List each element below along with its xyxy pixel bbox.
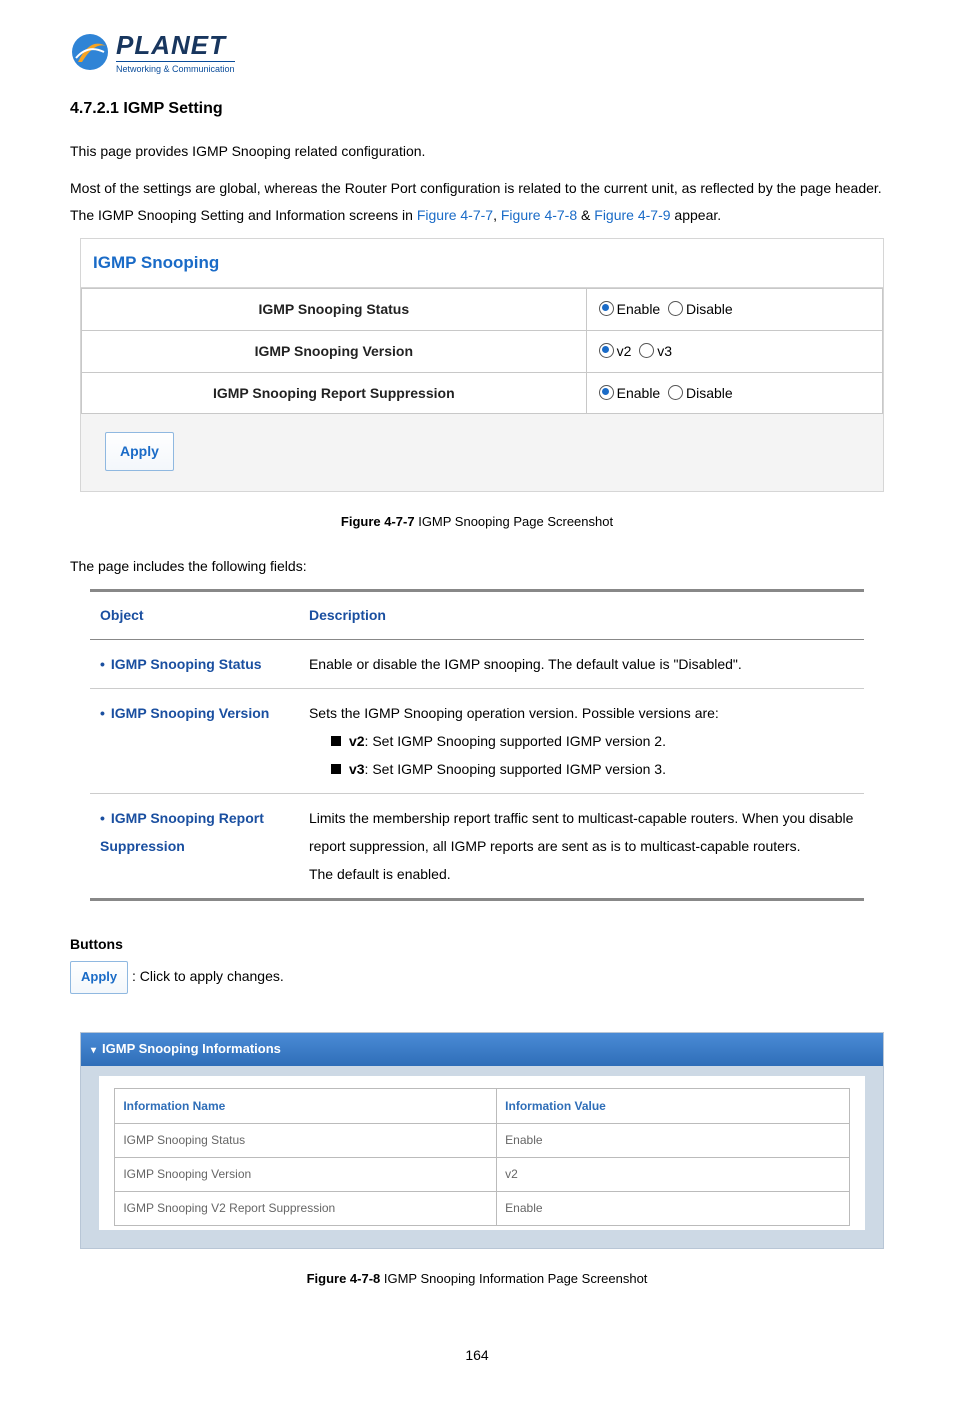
radio-selected-icon[interactable] — [599, 343, 614, 358]
planet-globe-icon — [70, 32, 110, 72]
description-cell: Sets the IGMP Snooping operation version… — [299, 688, 864, 793]
desc-line: v2: Set IGMP Snooping supported IGMP ver… — [309, 727, 854, 755]
caption-number: Figure 4-7-8 — [307, 1271, 381, 1286]
fields-intro: The page includes the following fields: — [70, 553, 884, 580]
table-row: IGMP Snooping Version v2 v3 — [82, 331, 883, 373]
desc-line: Sets the IGMP Snooping operation version… — [309, 699, 854, 727]
radio-label[interactable]: v3 — [657, 343, 672, 359]
brand-logo: PLANET Networking & Communication — [70, 30, 884, 74]
setting-label: IGMP Snooping Version — [82, 331, 587, 373]
buttons-heading: Buttons — [70, 931, 884, 958]
brand-name: PLANET — [116, 30, 235, 61]
radio-unselected-icon[interactable] — [668, 385, 683, 400]
radio-unselected-icon[interactable] — [639, 343, 654, 358]
page-number: 164 — [70, 1342, 884, 1369]
table-row: •IGMP Snooping Status Enable or disable … — [90, 639, 864, 688]
radio-label[interactable]: Enable — [617, 385, 661, 401]
intro-paragraph-1: This page provides IGMP Snooping related… — [70, 138, 884, 165]
figure-caption-478: Figure 4-7-8 IGMP Snooping Information P… — [70, 1267, 884, 1292]
table-header-object: Object — [90, 591, 299, 640]
setting-value: Enable Disable — [586, 289, 882, 331]
table-row: IGMP Snooping Report Suppression Enable … — [82, 372, 883, 414]
button-description: : Click to apply changes. — [132, 968, 284, 984]
table-row: IGMP Snooping V2 Report Suppression Enab… — [115, 1192, 849, 1226]
brand-tagline: Networking & Communication — [116, 61, 235, 74]
description-table: Object Description •IGMP Snooping Status… — [90, 589, 864, 901]
table-header-description: Description — [299, 591, 864, 640]
table-row: •IGMP Snooping Report Suppression Limits… — [90, 793, 864, 899]
info-header-value: Information Value — [497, 1088, 850, 1124]
desc-line: Enable or disable the IGMP snooping. The… — [309, 656, 742, 672]
table-row: IGMP Snooping Version v2 — [115, 1158, 849, 1192]
info-name-cell: IGMP Snooping V2 Report Suppression — [115, 1192, 497, 1226]
info-name-cell: IGMP Snooping Status — [115, 1124, 497, 1158]
square-bullet-icon — [331, 764, 341, 774]
table-row: IGMP Snooping Status Enable — [115, 1124, 849, 1158]
radio-unselected-icon[interactable] — [668, 301, 683, 316]
info-value-cell: v2 — [497, 1158, 850, 1192]
buttons-row: Apply : Click to apply changes. — [70, 961, 884, 994]
option-text: : Set IGMP Snooping supported IGMP versi… — [365, 761, 666, 777]
info-value-cell: Enable — [497, 1124, 850, 1158]
radio-selected-icon[interactable] — [599, 385, 614, 400]
object-name: IGMP Snooping Version — [111, 705, 269, 721]
igmp-settings-table: IGMP Snooping Status Enable Disable IGMP… — [81, 288, 883, 414]
object-name: IGMP Snooping Report Suppression — [100, 810, 264, 854]
figure-link-477[interactable]: Figure 4-7-7 — [417, 207, 493, 223]
setting-label: IGMP Snooping Status — [82, 289, 587, 331]
desc-line: The default is enabled. — [309, 860, 854, 888]
info-value-cell: Enable — [497, 1192, 850, 1226]
info-bar-title: IGMP Snooping Informations — [102, 1041, 281, 1056]
apply-button-small[interactable]: Apply — [70, 961, 128, 994]
info-bar[interactable]: ▾ IGMP Snooping Informations — [81, 1033, 883, 1066]
chevron-down-icon: ▾ — [91, 1045, 96, 1056]
table-row: •IGMP Snooping Version Sets the IGMP Sno… — [90, 688, 864, 793]
info-name-cell: IGMP Snooping Version — [115, 1158, 497, 1192]
radio-label[interactable]: Disable — [686, 301, 733, 317]
radio-selected-icon[interactable] — [599, 301, 614, 316]
figure-caption-477: Figure 4-7-7 IGMP Snooping Page Screensh… — [70, 510, 884, 535]
setting-label: IGMP Snooping Report Suppression — [82, 372, 587, 414]
separator: & — [577, 207, 594, 223]
intro-paragraph-2: Most of the settings are global, whereas… — [70, 175, 884, 228]
panel-title: IGMP Snooping — [81, 239, 883, 288]
radio-label[interactable]: v2 — [617, 343, 632, 359]
option-bold: v3 — [349, 761, 365, 777]
object-cell: •IGMP Snooping Version — [90, 688, 299, 793]
description-cell: Enable or disable the IGMP snooping. The… — [299, 639, 864, 688]
radio-label[interactable]: Disable — [686, 385, 733, 401]
setting-value: v2 v3 — [586, 331, 882, 373]
object-cell: •IGMP Snooping Report Suppression — [90, 793, 299, 899]
igmp-info-panel: ▾ IGMP Snooping Informations Information … — [80, 1032, 884, 1249]
apply-button[interactable]: Apply — [105, 432, 174, 471]
figure-link-478[interactable]: Figure 4-7-8 — [501, 207, 577, 223]
radio-label[interactable]: Enable — [617, 301, 661, 317]
square-bullet-icon — [331, 736, 341, 746]
option-text: : Set IGMP Snooping supported IGMP versi… — [365, 733, 666, 749]
description-cell: Limits the membership report traffic sen… — [299, 793, 864, 899]
igmp-snooping-panel: IGMP Snooping IGMP Snooping Status Enabl… — [80, 238, 884, 492]
caption-number: Figure 4-7-7 — [341, 514, 415, 529]
table-row: IGMP Snooping Status Enable Disable — [82, 289, 883, 331]
section-heading: 4.7.2.1 IGMP Setting — [70, 94, 884, 124]
info-header-name: Information Name — [115, 1088, 497, 1124]
intro-text-end: appear. — [674, 207, 721, 223]
caption-text: IGMP Snooping Page Screenshot — [415, 514, 614, 529]
figure-link-479[interactable]: Figure 4-7-9 — [594, 207, 670, 223]
object-name: IGMP Snooping Status — [111, 656, 262, 672]
desc-line: v3: Set IGMP Snooping supported IGMP ver… — [309, 755, 854, 783]
separator: , — [493, 207, 501, 223]
info-table: Information Name Information Value IGMP … — [114, 1088, 849, 1226]
option-bold: v2 — [349, 733, 365, 749]
caption-text: IGMP Snooping Information Page Screensho… — [380, 1271, 647, 1286]
setting-value: Enable Disable — [586, 372, 882, 414]
object-cell: •IGMP Snooping Status — [90, 639, 299, 688]
desc-line: Limits the membership report traffic sen… — [309, 804, 854, 860]
